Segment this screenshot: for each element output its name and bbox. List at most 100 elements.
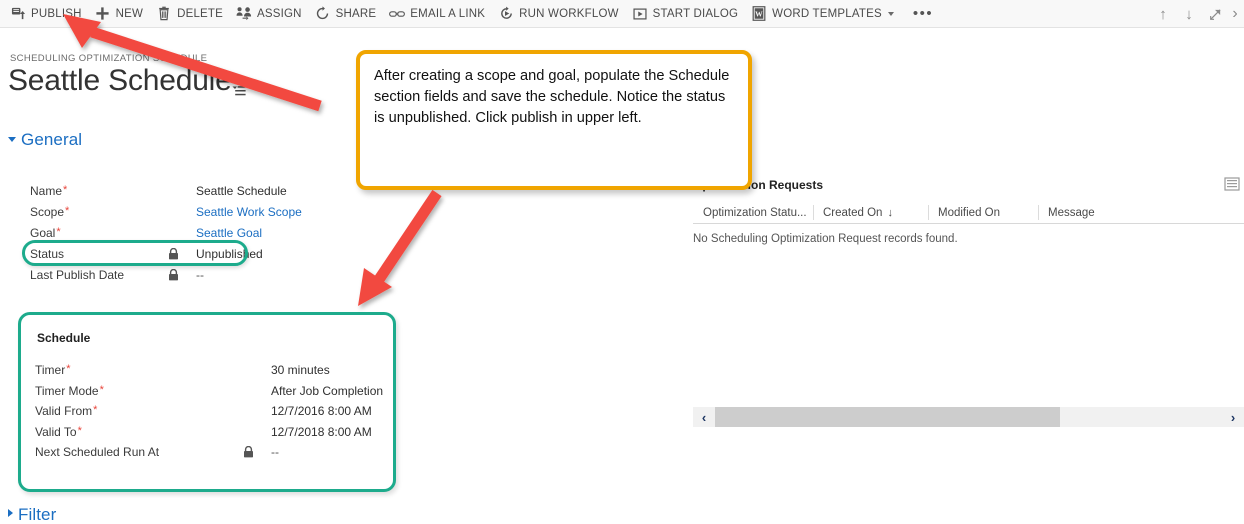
up-arrow-icon[interactable]: ↑ — [1150, 0, 1176, 28]
share-icon — [315, 6, 331, 22]
section-general-label: General — [21, 130, 83, 149]
command-run-workflow-label: RUN WORKFLOW — [519, 7, 619, 20]
field-row: Timer Mode* After Job Completion — [35, 381, 387, 402]
command-delete[interactable]: DELETE — [152, 0, 232, 28]
field-value: -- — [271, 445, 279, 460]
column-header[interactable]: Created On ↓ — [813, 202, 928, 224]
command-bar-right-actions: ↑ ↓ › — [1150, 0, 1242, 28]
field-label: Valid From* — [35, 404, 98, 419]
field-value: 30 minutes — [271, 363, 330, 378]
column-header[interactable]: Message — [1038, 202, 1244, 224]
command-assign[interactable]: ASSIGN — [232, 0, 311, 28]
command-run-workflow[interactable]: RUN WORKFLOW — [494, 0, 628, 28]
workflow-icon — [498, 6, 514, 22]
field-row: Timer* 30 minutes — [35, 360, 387, 381]
field-row: Valid To* 12/7/2018 8:00 AM — [35, 422, 387, 443]
lock-icon — [168, 247, 196, 260]
field-value: Seattle Schedule — [196, 183, 287, 198]
field-row: Goal* Seattle Goal — [30, 222, 350, 243]
scrollbar-thumb[interactable] — [715, 407, 1060, 427]
down-arrow-icon[interactable]: ↓ — [1176, 0, 1202, 28]
lock-icon — [243, 446, 271, 458]
play-icon — [632, 6, 648, 22]
grid-view-icon[interactable] — [1224, 176, 1240, 192]
lock-icon — [168, 268, 196, 281]
section-header-general[interactable]: General — [8, 130, 82, 150]
arrow-to-schedule-card — [358, 189, 442, 306]
command-email-a-link-label: EMAIL A LINK — [410, 7, 486, 20]
field-label: Goal* — [30, 225, 61, 240]
optimization-requests-subgrid: Optimization Requests Optimization Statu… — [693, 172, 1244, 427]
field-row: Status Unpublished — [30, 243, 350, 264]
field-label: Scope* — [30, 204, 70, 219]
trash-icon — [156, 6, 172, 22]
command-overflow-button[interactable]: ••• — [903, 6, 943, 21]
command-word-templates-label: WORD TEMPLATES — [772, 7, 882, 20]
schedule-section-card: Schedule Timer* 30 minutes Timer Mode* Afte… — [18, 312, 396, 492]
scrollbar-track[interactable] — [715, 407, 1222, 427]
required-asterisk: * — [63, 183, 68, 196]
popout-icon[interactable] — [1202, 0, 1228, 28]
page-title: Seattle Schedule — [8, 64, 232, 97]
instruction-callout: After creating a scope and goal, populat… — [356, 50, 752, 190]
command-publish[interactable]: PUBLISH — [6, 0, 91, 28]
word-doc-icon: W — [751, 6, 767, 22]
command-bar: PUBLISH NEW DELETE ASSIGN SHARE EMAIL A … — [0, 0, 1244, 28]
command-publish-label: PUBLISH — [31, 7, 82, 20]
required-asterisk: * — [56, 225, 61, 238]
column-header[interactable]: Modified On — [928, 202, 1038, 224]
general-field-list: Name* Seattle Schedule Scope* Seattle Work … — [30, 180, 350, 285]
subgrid-empty-message: No Scheduling Optimization Request recor… — [693, 233, 958, 245]
record-type-breadcrumb: SCHEDULING OPTIMIZATION SCHEDULE — [10, 53, 208, 64]
field-value: After Job Completion — [271, 383, 384, 398]
command-word-templates[interactable]: W WORD TEMPLATES — [747, 0, 903, 28]
plus-icon — [95, 6, 111, 22]
command-share-label: SHARE — [335, 7, 377, 20]
field-label: Next Scheduled Run At — [35, 445, 160, 460]
field-label: Timer Mode* — [35, 383, 104, 398]
schedule-section-title: Schedule — [37, 331, 91, 345]
chevron-right-icon[interactable]: › — [1228, 0, 1242, 28]
command-start-dialog[interactable]: START DIALOG — [628, 0, 747, 28]
required-asterisk: * — [99, 383, 104, 396]
required-asterisk: * — [77, 424, 82, 437]
command-new[interactable]: NEW — [91, 0, 152, 28]
field-label: Name* — [30, 183, 68, 198]
field-value: -- — [196, 267, 204, 282]
field-label: Status — [30, 246, 65, 261]
link-icon — [389, 6, 406, 22]
field-row: Next Scheduled Run At -- — [35, 442, 387, 463]
field-label: Valid To* — [35, 424, 82, 439]
command-assign-label: ASSIGN — [257, 7, 302, 20]
section-filter-label: Filter — [18, 505, 57, 524]
command-email-a-link[interactable]: EMAIL A LINK — [385, 0, 494, 28]
field-row: Name* Seattle Schedule — [30, 180, 350, 201]
command-delete-label: DELETE — [177, 7, 223, 20]
command-start-dialog-label: START DIALOG — [652, 7, 739, 20]
instruction-callout-text: After creating a scope and goal, populat… — [374, 68, 730, 126]
field-row: Last Publish Date -- — [30, 264, 350, 285]
required-asterisk: * — [93, 404, 98, 417]
scroll-left-icon[interactable]: ‹ — [693, 407, 715, 427]
subgrid-column-headers: Optimization Statu... Created On ↓ Modified… — [693, 202, 1244, 224]
field-row: Scope* Seattle Work Scope — [30, 201, 350, 222]
record-set-menu-icon[interactable] — [232, 84, 246, 96]
svg-text:W: W — [755, 10, 763, 19]
field-value[interactable]: Seattle Goal — [196, 226, 262, 240]
field-value: 12/7/2018 8:00 AM — [271, 424, 372, 439]
field-row: Valid From* 12/7/2016 8:00 AM — [35, 401, 387, 422]
field-label: Last Publish Date — [30, 267, 125, 282]
crm-record-form: PUBLISH NEW DELETE ASSIGN SHARE EMAIL A … — [0, 0, 1244, 524]
subgrid-horizontal-scrollbar[interactable]: ‹ › — [693, 407, 1244, 427]
chevron-down-icon[interactable] — [887, 11, 894, 16]
column-header[interactable]: Optimization Statu... — [693, 202, 813, 224]
chevron-down-icon — [8, 137, 16, 142]
publish-icon — [10, 6, 26, 22]
command-share[interactable]: SHARE — [311, 0, 386, 28]
section-header-filter[interactable]: Filter — [8, 505, 56, 524]
required-asterisk: * — [65, 204, 70, 217]
field-value[interactable]: Seattle Work Scope — [196, 205, 302, 219]
scroll-right-icon[interactable]: › — [1222, 407, 1244, 427]
field-value: 12/7/2016 8:00 AM — [271, 404, 372, 419]
command-new-label: NEW — [115, 7, 144, 20]
